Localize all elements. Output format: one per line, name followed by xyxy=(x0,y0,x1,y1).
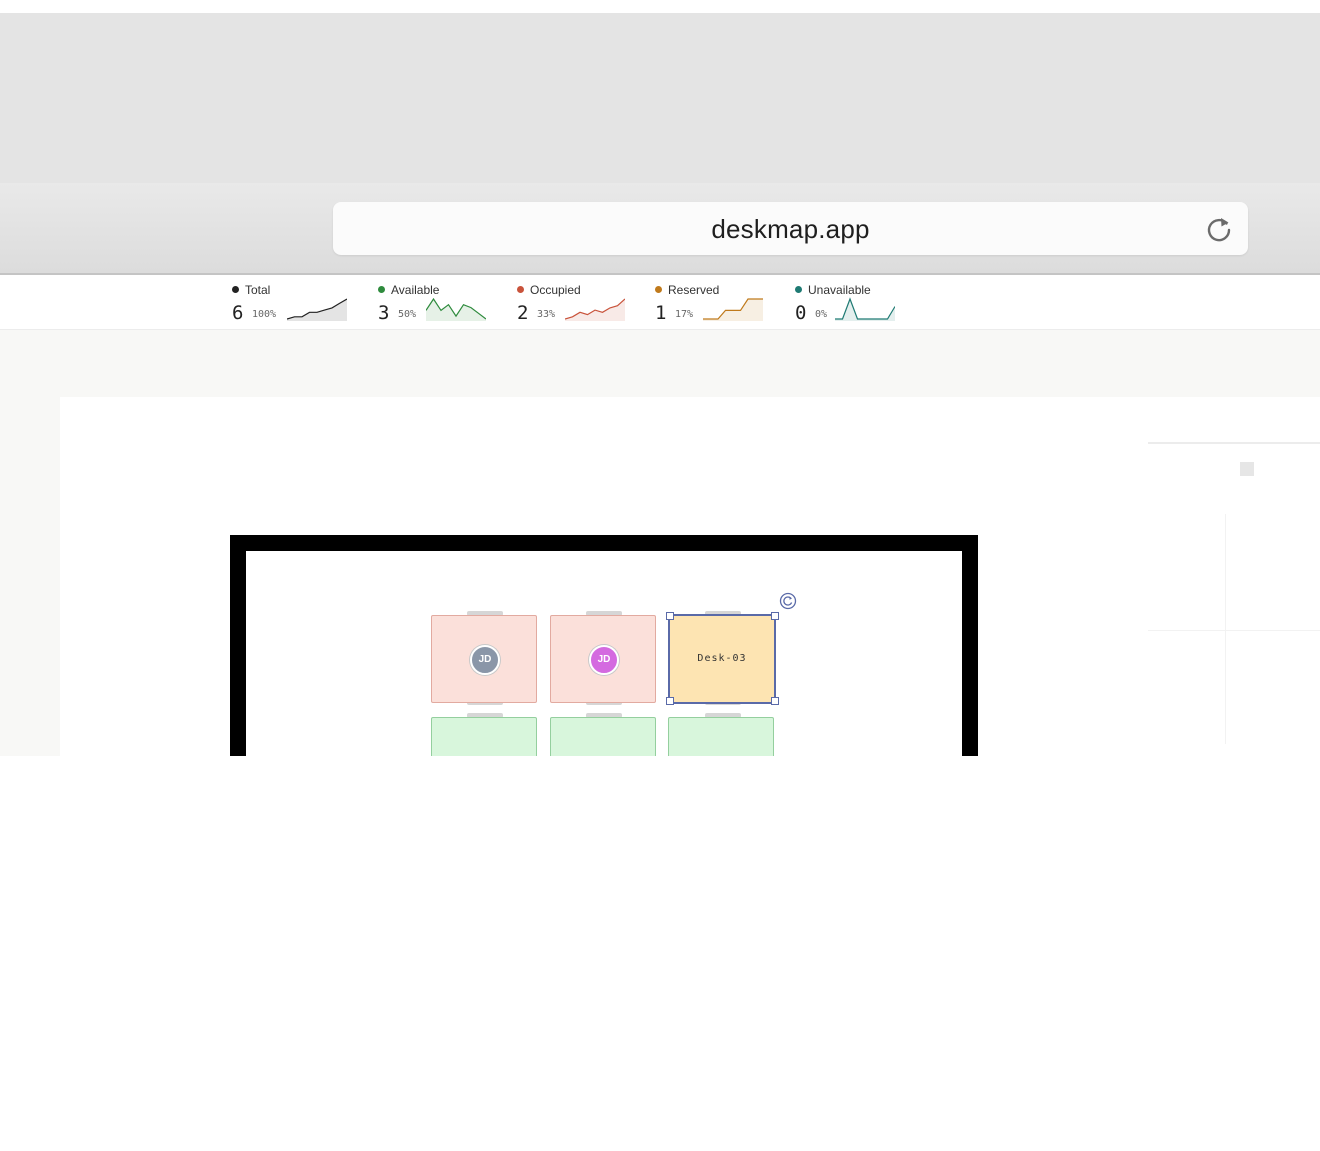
sparkline-area xyxy=(287,299,347,321)
resize-handle[interactable] xyxy=(771,612,779,620)
desk-03[interactable]: Desk-03 xyxy=(668,614,776,704)
resize-handle[interactable] xyxy=(666,612,674,620)
side-panel xyxy=(1148,442,1320,744)
sparkline xyxy=(835,297,895,321)
stat-label: Unavailable xyxy=(808,283,871,297)
status-dot xyxy=(795,286,802,293)
resize-handle[interactable] xyxy=(771,697,779,705)
sparkline xyxy=(426,297,486,321)
desk-01[interactable]: JD xyxy=(431,615,537,703)
stat-percent: 0% xyxy=(815,309,828,320)
sparkline xyxy=(703,298,763,321)
sparkline xyxy=(565,298,625,321)
status-dot xyxy=(232,286,239,293)
status-dot xyxy=(517,286,524,293)
desk-label: Desk-03 xyxy=(697,653,747,664)
status-dot xyxy=(655,286,662,293)
sparkline-line xyxy=(835,297,895,320)
panel-divider xyxy=(1225,514,1226,744)
desk-06[interactable] xyxy=(668,717,774,756)
reload-icon[interactable] xyxy=(1204,214,1234,244)
stat-count: 1 xyxy=(655,302,667,324)
window-top-edge xyxy=(0,0,1320,13)
stat-percent: 50% xyxy=(398,309,417,320)
sparkline-area xyxy=(835,299,895,321)
browser-tab-area xyxy=(0,13,1320,183)
status-dot xyxy=(378,286,385,293)
stat-percent: 100% xyxy=(252,309,277,320)
sparkline xyxy=(287,298,347,321)
desk-04[interactable] xyxy=(431,717,537,756)
rotate-icon[interactable] xyxy=(779,592,797,610)
url-text[interactable]: deskmap.app xyxy=(333,214,1248,245)
browser-toolbar: deskmap.app xyxy=(0,183,1320,275)
desk-05[interactable] xyxy=(550,717,656,756)
stat-count: 3 xyxy=(378,302,390,324)
stat-count: 6 xyxy=(232,302,244,324)
avatar[interactable]: JD xyxy=(470,645,500,675)
resize-handle[interactable] xyxy=(666,697,674,705)
stat-percent: 17% xyxy=(675,309,694,320)
stat-label: Occupied xyxy=(530,283,581,297)
address-bar[interactable]: deskmap.app xyxy=(333,202,1248,255)
stats-bar: Total 6 100% Available 3 50% Occupied 2 … xyxy=(0,275,1320,330)
avatar[interactable]: JD xyxy=(589,645,619,675)
stat-label: Available xyxy=(391,283,440,297)
stat-label: Total xyxy=(245,283,271,297)
stat-count: 2 xyxy=(517,302,529,324)
workspace: JD JD Desk-03 xyxy=(0,330,1320,756)
stat-percent: 33% xyxy=(537,309,556,320)
panel-divider xyxy=(1148,630,1320,631)
desk-02[interactable]: JD xyxy=(550,615,656,703)
panel-chip[interactable] xyxy=(1240,462,1254,476)
stat-count: 0 xyxy=(795,302,807,324)
stat-label: Reserved xyxy=(668,283,720,297)
